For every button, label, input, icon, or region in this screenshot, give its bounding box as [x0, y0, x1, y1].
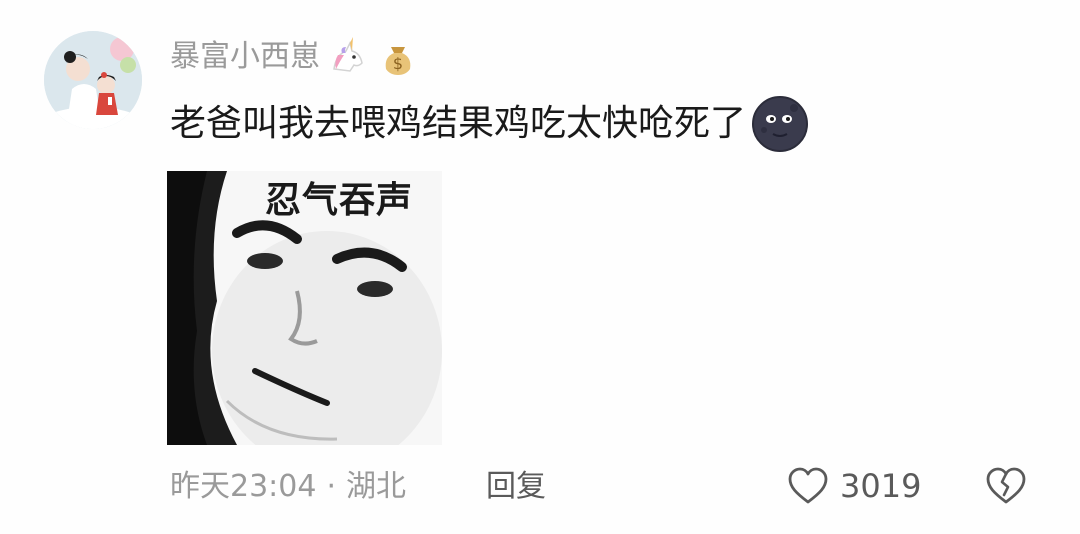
sticker-image[interactable]: 忍气吞声: [167, 171, 442, 445]
heart-icon[interactable]: [786, 464, 830, 508]
like-count: 3019: [840, 467, 922, 505]
comment-meta: 昨天23:04 · 湖北 回复: [170, 464, 546, 510]
comment-content: 老爸叫我去喂鸡结果鸡吃太快呛死了: [170, 94, 810, 154]
comment-time: 昨天23:04: [170, 469, 317, 504]
comment-location: 湖北: [346, 469, 407, 504]
comment-text: 老爸叫我去喂鸡结果鸡吃太快呛死了: [170, 103, 747, 144]
money-bag-icon: $: [385, 47, 411, 75]
unicorn-icon: [333, 37, 363, 72]
avatar[interactable]: [44, 31, 142, 129]
meta-separator: ·: [326, 469, 337, 504]
comment-item: 暴富小西崽 $ 老爸叫我去喂鸡结果鸡吃太快呛死了 忍气吞声 昨天23:04 · …: [0, 0, 1080, 534]
reply-button[interactable]: 回复: [486, 464, 546, 510]
username-row[interactable]: 暴富小西崽 $: [170, 36, 420, 78]
broken-heart-icon[interactable]: [982, 462, 1030, 510]
like-button[interactable]: 3019: [786, 462, 921, 510]
avatar-image: [44, 31, 142, 129]
username[interactable]: 暴富小西崽: [170, 36, 320, 78]
sticker-caption: 忍气吞声: [265, 180, 414, 221]
svg-text:$: $: [393, 54, 403, 73]
moon-face-emoji-icon: [752, 96, 809, 152]
